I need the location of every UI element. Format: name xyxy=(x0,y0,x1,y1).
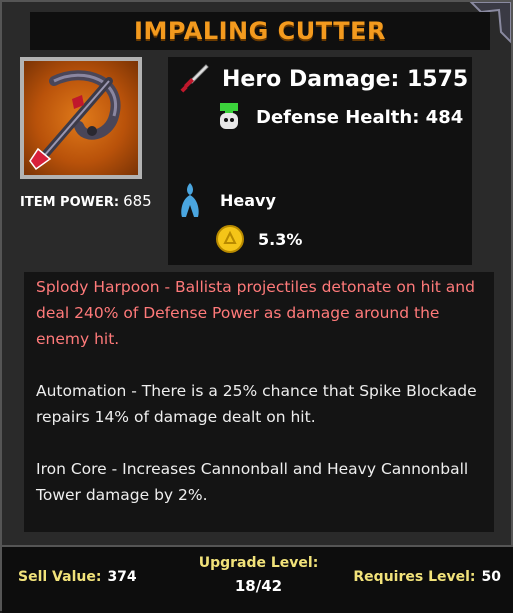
item-tooltip: IMPALING CUTTER ITEM POWER: 685 Hero Dam… xyxy=(0,0,513,613)
description-automation: Automation - There is a 25% chance that … xyxy=(36,382,477,426)
stats-panel: Hero Damage: 1575 Defense Health: 484 He… xyxy=(168,57,472,265)
defense-health-icon xyxy=(220,103,238,129)
requires-level: Requires Level: 50 xyxy=(353,569,501,585)
hero-damage-row: Hero Damage: 1575 xyxy=(178,63,468,95)
description-panel: Splody Harpoon - Ballista projectiles de… xyxy=(24,272,494,532)
item-icon-frame xyxy=(20,57,142,179)
item-power-value: 685 xyxy=(123,192,152,210)
footer-bar: Sell Value: 374 Upgrade Level: 18/42 Requ… xyxy=(2,545,513,613)
gold-coin-icon xyxy=(216,225,244,253)
harpoon-ballista-icon xyxy=(24,61,138,175)
heavy-hero-icon xyxy=(181,183,199,217)
requires-level-label: Requires Level: xyxy=(353,569,476,585)
item-power: ITEM POWER: 685 xyxy=(20,192,152,210)
item-title: IMPALING CUTTER xyxy=(134,17,386,45)
title-bar: IMPALING CUTTER xyxy=(30,12,490,50)
percent-row: 5.3% xyxy=(216,225,302,253)
hero-damage-text: Hero Damage: 1575 xyxy=(222,66,469,92)
sword-icon xyxy=(180,64,209,93)
requires-level-number: 50 xyxy=(481,569,501,585)
item-power-label: ITEM POWER: xyxy=(20,195,120,210)
heavy-row: Heavy xyxy=(178,183,276,217)
percent-text: 5.3% xyxy=(258,229,303,249)
heavy-text: Heavy xyxy=(220,190,276,210)
upgrade-level-label: Upgrade Level: xyxy=(198,555,319,571)
defense-health-text: Defense Health: 484 xyxy=(256,106,464,128)
defense-health-row: Defense Health: 484 xyxy=(216,103,463,131)
description-splody-harpoon: Splody Harpoon - Ballista projectiles de… xyxy=(36,278,475,348)
description-iron-core: Iron Core - Increases Cannonball and Hea… xyxy=(36,460,469,504)
